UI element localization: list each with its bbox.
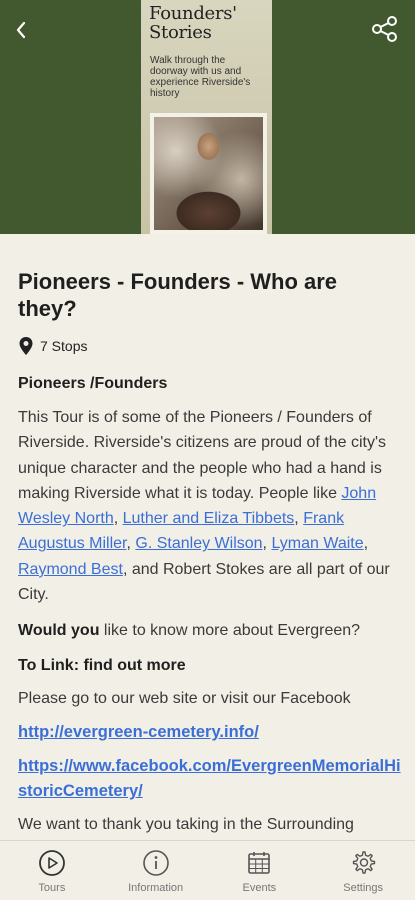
- description-text: This Tour is of some of the Pioneers / F…: [18, 409, 387, 502]
- tour-title: Pioneers - Founders - Who are they?: [18, 269, 338, 321]
- share-button[interactable]: [366, 10, 404, 48]
- nav-settings-label: Settings: [343, 882, 383, 894]
- cover-title-line2: Stories: [149, 22, 212, 43]
- cover-subtitle: Walk through the doorway with us and exp…: [150, 55, 251, 99]
- nav-information-label: Information: [128, 882, 184, 894]
- gear-icon: [352, 851, 376, 874]
- play-circle-icon: [38, 850, 65, 876]
- separator: ,: [363, 535, 369, 553]
- info-circle-icon: [142, 850, 169, 876]
- website-link-paragraph: http://evergreen-cemetery.info/: [18, 720, 403, 745]
- link-g-stanley-wilson[interactable]: G. Stanley Wilson: [135, 535, 262, 552]
- question-text: like to know more about Evergreen?: [99, 622, 361, 639]
- bottom-navigation: Tours Information Events Settings: [0, 840, 415, 900]
- tour-cover-image: Founders' Stories Walk through the doorw…: [141, 0, 272, 234]
- link-heading: To Link: find out more: [18, 653, 403, 678]
- location-pin-icon: [19, 337, 33, 355]
- cover-title: Founders' Stories: [149, 4, 269, 42]
- stops-label: 7 Stops: [40, 338, 88, 354]
- share-icon: [372, 16, 397, 42]
- link-luther-eliza-tibbets[interactable]: Luther and Eliza Tibbets: [123, 510, 295, 527]
- question-bold: Would you: [18, 622, 100, 639]
- nav-tours-label: Tours: [38, 882, 66, 894]
- tour-details: Pioneers - Founders - Who are they? 7 St…: [0, 234, 415, 840]
- separator: ,: [113, 510, 123, 528]
- website-link[interactable]: http://evergreen-cemetery.info/: [18, 723, 259, 741]
- facebook-link-paragraph: https://www.facebook.com/EvergreenMemori…: [18, 754, 404, 805]
- thanks-paragraph: We want to thank you taking in the Surro…: [18, 816, 354, 833]
- nav-settings[interactable]: Settings: [311, 841, 415, 900]
- visit-paragraph: Please go to our web site or visit our F…: [18, 690, 351, 707]
- founder-portrait: [154, 117, 263, 230]
- cover-photo: [150, 113, 267, 234]
- nav-events-label: Events: [242, 882, 277, 894]
- link-lyman-waite[interactable]: Lyman Waite: [271, 535, 363, 552]
- link-heading-text: To Link: find out more: [18, 657, 186, 674]
- back-button[interactable]: [8, 14, 34, 46]
- link-raymond-best[interactable]: Raymond Best: [18, 561, 123, 578]
- stops-count: 7 Stops: [18, 335, 87, 357]
- tour-header: Founders' Stories Walk through the doorw…: [0, 0, 415, 234]
- chevron-left-icon: [16, 21, 26, 39]
- cover-title-line1: Founders': [149, 3, 237, 24]
- section-heading: Pioneers /Founders: [18, 375, 168, 392]
- separator: ,: [294, 510, 304, 528]
- nav-events[interactable]: Events: [208, 841, 312, 900]
- facebook-link[interactable]: https://www.facebook.com/EvergreenMemori…: [18, 757, 401, 800]
- description-paragraph: This Tour is of some of the Pioneers / F…: [18, 405, 403, 607]
- nav-tours[interactable]: Tours: [0, 841, 104, 900]
- question-paragraph: Would you like to know more about Evergr…: [18, 618, 403, 643]
- nav-information[interactable]: Information: [104, 841, 208, 900]
- calendar-icon: [248, 852, 271, 874]
